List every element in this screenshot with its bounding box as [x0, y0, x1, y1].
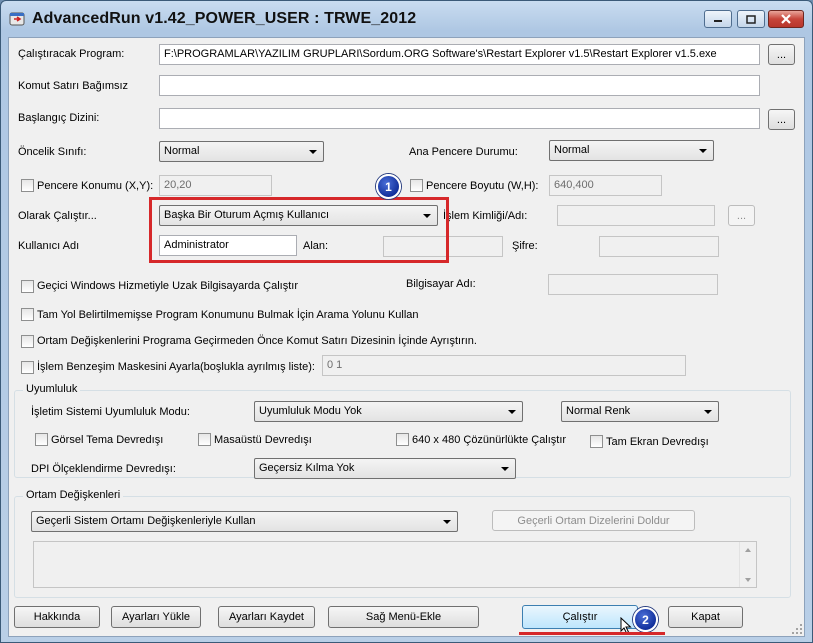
dpi-value: Geçersiz Kılma Yok: [259, 462, 355, 474]
env-mode-select[interactable]: Geçerli Sistem Ortamı Değişkenleriyle Ku…: [31, 511, 458, 532]
fullscreen-checkbox[interactable]: [590, 435, 603, 448]
app-window: AdvancedRun v1.42_POWER_USER : TRWE_2012…: [0, 0, 813, 643]
password-input[interactable]: [599, 236, 719, 257]
os-mode-select[interactable]: Uyumluluk Modu Yok: [254, 401, 523, 422]
annotation-badge-1: 1: [376, 174, 401, 199]
context-menu-button[interactable]: Sağ Menü-Ekle: [328, 606, 479, 628]
mainwin-label: Ana Pencere Durumu:: [409, 146, 518, 158]
winpos-input[interactable]: 20,20: [159, 175, 272, 196]
os-mode-label: İşletim Sistemi Uyumluluk Modu:: [31, 406, 190, 418]
username-label: Kullanıcı Adı: [18, 240, 80, 252]
highlight-box: [149, 197, 449, 263]
computer-input[interactable]: [548, 274, 718, 295]
affinity-input[interactable]: 0 1: [322, 355, 686, 376]
app-icon: [9, 12, 25, 26]
priority-select[interactable]: Normal: [159, 141, 324, 162]
close-button[interactable]: Kapat: [668, 606, 743, 628]
env-scrollbar[interactable]: [739, 542, 756, 587]
browse-startdir-button[interactable]: ...: [768, 109, 795, 130]
affinity-checkbox[interactable]: [21, 361, 34, 374]
parse-env-checkbox[interactable]: [21, 335, 34, 348]
search-path-label: Tam Yol Belirtilmemişse Program Konumunu…: [37, 309, 419, 321]
program-path-input[interactable]: F:\PROGRAMLAR\YAZILIM GRUPLARI\Sordum.OR…: [159, 44, 760, 65]
env-strings-textarea[interactable]: [33, 541, 757, 588]
winsize-label: Pencere Boyutu (W,H):: [426, 180, 539, 192]
res640-checkbox[interactable]: [396, 433, 409, 446]
chevron-down-icon: [309, 150, 317, 154]
chevron-down-icon: [704, 410, 712, 414]
res640-label: 640 x 480 Çözünürlükte Çalıştır: [412, 434, 567, 446]
startdir-label: Başlangıç Dizini:: [18, 112, 100, 124]
runas-label: Olarak Çalıştır...: [18, 210, 97, 222]
chevron-down-icon: [699, 149, 707, 153]
dpi-label: DPI Ölçeklendirme Devredışı:: [31, 463, 176, 475]
window-title: AdvancedRun v1.42_POWER_USER : TRWE_2012: [32, 10, 417, 27]
load-settings-button[interactable]: Ayarları Yükle: [111, 606, 201, 628]
chevron-down-icon: [508, 410, 516, 414]
color-mode-select[interactable]: Normal Renk: [561, 401, 719, 422]
env-mode-value: Geçerli Sistem Ortamı Değişkenleriyle Ku…: [36, 515, 256, 527]
startdir-input[interactable]: [159, 108, 760, 129]
chevron-down-icon: [443, 520, 451, 524]
close-icon: [781, 14, 791, 24]
winpos-checkbox[interactable]: [21, 179, 34, 192]
browse-program-button[interactable]: ...: [768, 44, 795, 65]
process-input[interactable]: [557, 205, 715, 226]
scroll-arrows-icon: [745, 548, 751, 582]
os-mode-value: Uyumluluk Modu Yok: [259, 405, 362, 417]
remote-service-label: Geçici Windows Hizmetiyle Uzak Bilgisaya…: [37, 280, 299, 292]
priority-label: Öncelik Sınıfı:: [18, 146, 87, 158]
parse-env-label: Ortam Değişkenlerini Programa Geçirmeden…: [37, 335, 477, 347]
mainwin-value: Normal: [554, 144, 590, 156]
visual-theme-checkbox[interactable]: [35, 433, 48, 446]
winsize-checkbox[interactable]: [410, 179, 423, 192]
winpos-label: Pencere Konumu (X,Y):: [37, 180, 154, 192]
desktop-checkbox[interactable]: [198, 433, 211, 446]
cmdline-input[interactable]: [159, 75, 760, 96]
color-mode-value: Normal Renk: [566, 405, 631, 417]
maximize-icon: [746, 14, 756, 24]
visual-theme-label: Görsel Tema Devredışı: [51, 434, 164, 446]
fullscreen-label: Tam Ekran Devredışı: [606, 436, 709, 448]
close-window-button[interactable]: [768, 10, 804, 28]
about-button[interactable]: Hakkında: [14, 606, 100, 628]
maximize-button[interactable]: [737, 10, 765, 28]
winsize-input[interactable]: 640,400: [549, 175, 662, 196]
minimize-button[interactable]: [704, 10, 732, 28]
highlight-underline: [519, 632, 665, 635]
compat-group-title: Uyumluluk: [23, 383, 81, 395]
process-label: İşlem Kimliği/Adı:: [443, 210, 528, 222]
env-group-title: Ortam Değişkenleri: [23, 489, 124, 501]
mainwin-select[interactable]: Normal: [549, 140, 714, 161]
chevron-down-icon: [501, 467, 509, 471]
search-path-checkbox[interactable]: [21, 308, 34, 321]
affinity-label: İşlem Benzeşim Maskesini Ayarla(boşlukla…: [37, 361, 315, 373]
process-browse-button[interactable]: ...: [728, 205, 755, 226]
password-label: Şifre:: [512, 240, 538, 252]
minimize-icon: [714, 20, 722, 22]
main-panel: Çalıştıracak Program: F:\PROGRAMLAR\YAZI…: [8, 37, 805, 637]
save-settings-button[interactable]: Ayarları Kaydet: [218, 606, 315, 628]
cmdline-label: Komut Satırı Bağımsız: [18, 80, 129, 92]
computer-label: Bilgisayar Adı:: [406, 278, 476, 290]
dpi-select[interactable]: Geçersiz Kılma Yok: [254, 458, 516, 479]
fill-env-button[interactable]: Geçerli Ortam Dizelerini Doldur: [492, 510, 695, 531]
desktop-label: Masaüstü Devredışı: [214, 434, 312, 446]
program-label: Çalıştıracak Program:: [18, 48, 125, 60]
resize-grip-icon[interactable]: [791, 623, 803, 635]
priority-value: Normal: [164, 145, 200, 157]
remote-service-checkbox[interactable]: [21, 280, 34, 293]
annotation-badge-2: 2: [633, 607, 658, 632]
title-bar[interactable]: AdvancedRun v1.42_POWER_USER : TRWE_2012: [1, 1, 812, 37]
